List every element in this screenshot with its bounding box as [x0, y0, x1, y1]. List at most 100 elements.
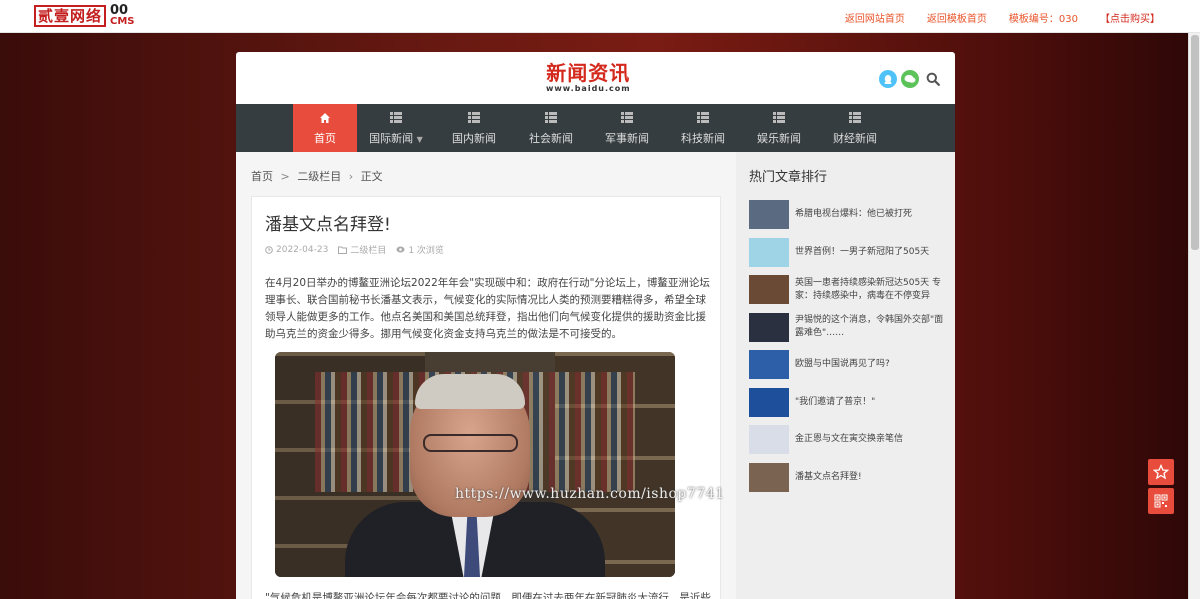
- article-photo: [275, 352, 675, 577]
- link-buy[interactable]: 【点击购买】: [1100, 10, 1160, 25]
- link-site-home[interactable]: 返回网站首页: [845, 10, 905, 25]
- watermark: https://www.huzhan.com/ishop7741: [455, 486, 725, 502]
- list-icon: [435, 112, 513, 124]
- list-icon: [357, 112, 435, 124]
- list-icon: [817, 112, 893, 124]
- sidebar: 热门文章排行 希腊电视台爆料：他已被打死 世界首例！一男子新冠阳了505天 英国…: [736, 152, 955, 599]
- top-bar: 贰壹网络 00 CMS 返回网站首页 返回模板首页 模板编号：030 【点击购买…: [0, 0, 1200, 33]
- breadcrumb-level2[interactable]: 二级栏目: [297, 170, 341, 183]
- nav-item-society[interactable]: 社会新闻: [513, 104, 589, 152]
- list-icon: [665, 112, 741, 124]
- article-views-text: 1 次浏览: [408, 246, 444, 256]
- nav-label: 首页: [314, 132, 336, 145]
- nav-label: 国际新闻: [369, 132, 414, 145]
- nav-item-home[interactable]: 首页: [293, 104, 357, 152]
- list-item[interactable]: 希腊电视台爆料：他已被打死: [749, 196, 949, 234]
- list-item[interactable]: 尹锡悦的这个消息，令韩国外交部"面露难色"……: [749, 309, 949, 347]
- nav-item-international[interactable]: 国际新闻 ▼: [357, 104, 435, 152]
- nav-item-military[interactable]: 军事新闻: [589, 104, 665, 152]
- header-icons: [879, 69, 943, 89]
- logo-mark: 贰壹网络: [34, 5, 106, 27]
- eye-icon: [396, 246, 405, 253]
- favorite-button[interactable]: [1148, 459, 1174, 485]
- scrollbar-thumb[interactable]: [1191, 35, 1199, 250]
- chevron-down-icon: ▼: [416, 135, 423, 144]
- photo-hair: [415, 374, 525, 409]
- page-scrollbar[interactable]: [1188, 33, 1200, 599]
- photo-glasses: [423, 434, 518, 452]
- home-icon: [293, 112, 357, 124]
- article-continued-text: "气候危机是博鳌亚洲论坛年会每次都要讨论的问题，即便在过去两年在新冠肺炎大流行，…: [265, 592, 711, 599]
- qrcode-button[interactable]: [1148, 488, 1174, 514]
- template-number: 模板编号：030: [1008, 14, 1078, 25]
- breadcrumb-separator: ›: [348, 170, 354, 183]
- hot-article-title[interactable]: 希腊电视台爆料：他已被打死: [795, 208, 912, 221]
- link-template-home[interactable]: 返回模板首页: [927, 10, 987, 25]
- main-container: 新闻资讯 www.baidu.com 首页 国际新闻 ▼ 国内新闻 社会新闻 军…: [236, 52, 955, 599]
- sidebar-title: 热门文章排行: [749, 170, 828, 185]
- qrcode-icon: [1154, 494, 1168, 508]
- article-title: 潘基文点名拜登!: [265, 215, 391, 235]
- article-date-text: 2022-04-23: [276, 244, 329, 255]
- article-thumbnail[interactable]: [749, 275, 789, 305]
- breadcrumb-home[interactable]: 首页: [251, 170, 273, 183]
- search-icon[interactable]: [923, 69, 943, 89]
- article-thumbnail[interactable]: [749, 350, 789, 380]
- breadcrumb-current: 正文: [360, 170, 383, 183]
- wechat-icon[interactable]: [901, 70, 919, 88]
- nav-label: 国内新闻: [452, 132, 496, 145]
- hot-article-list: 希腊电视台爆料：他已被打死 世界首例！一男子新冠阳了505天 英国一患者持续感染…: [749, 196, 949, 496]
- site-logo[interactable]: 贰壹网络 00 CMS: [34, 4, 135, 28]
- nav-item-finance[interactable]: 财经新闻: [817, 104, 893, 152]
- article-category[interactable]: 二级栏目: [338, 243, 386, 256]
- article-thumbnail[interactable]: [749, 387, 789, 417]
- list-item[interactable]: 金正恩与文在寅交换亲笔信: [749, 421, 949, 459]
- nav-item-technology[interactable]: 科技新闻: [665, 104, 741, 152]
- article-views: 1 次浏览: [396, 243, 444, 256]
- article-thumbnail[interactable]: [749, 425, 789, 455]
- site-title-logo[interactable]: 新闻资讯 www.baidu.com: [546, 62, 631, 93]
- logo-side: 00 CMS: [110, 4, 135, 27]
- hot-article-title[interactable]: 金正恩与文在寅交换亲笔信: [795, 433, 903, 446]
- article-date: 2022-04-23: [265, 245, 328, 255]
- article-category-text: 二级栏目: [350, 246, 387, 256]
- list-item[interactable]: 英国一患者持续感染新冠达505天 专家：持续感染中，病毒在不停变异: [749, 271, 949, 309]
- main-nav: 首页 国际新闻 ▼ 国内新闻 社会新闻 军事新闻 科技新闻 娱乐新闻 财经新闻: [236, 104, 955, 152]
- site-title: 新闻资讯: [546, 61, 631, 85]
- list-item[interactable]: 欧盟与中国说再见了吗?: [749, 346, 949, 384]
- star-icon: [1153, 464, 1169, 480]
- nav-item-domestic[interactable]: 国内新闻: [435, 104, 513, 152]
- hot-article-title[interactable]: 世界首例！一男子新冠阳了505天: [795, 246, 929, 259]
- top-links: 返回网站首页 返回模板首页 模板编号：030 【点击购买】: [823, 10, 1160, 25]
- nav-label: 娱乐新闻: [757, 132, 801, 145]
- nav-label: 军事新闻: [605, 132, 649, 145]
- hot-article-title[interactable]: 潘基文点名拜登!: [795, 471, 862, 484]
- article-thumbnail[interactable]: [749, 462, 789, 492]
- list-icon: [741, 112, 817, 124]
- clock-icon: [265, 245, 273, 254]
- article-thumbnail[interactable]: [749, 312, 789, 342]
- article-thumbnail[interactable]: [749, 237, 789, 267]
- article-body: 在4月20日举办的博鳌亚洲论坛2022年年会"实现碳中和：政府在行动"分论坛上，…: [265, 277, 710, 340]
- list-item[interactable]: "我们邀请了普京！": [749, 384, 949, 422]
- nav-label: 社会新闻: [529, 132, 573, 145]
- hot-article-title[interactable]: 英国一患者持续感染新冠达505天 专家：持续感染中，病毒在不停变异: [795, 277, 949, 303]
- nav-label: 财经新闻: [833, 132, 877, 145]
- list-item[interactable]: 世界首例！一男子新冠阳了505天: [749, 234, 949, 272]
- list-item[interactable]: 潘基文点名拜登!: [749, 459, 949, 497]
- article-meta: 2022-04-23 二级栏目 1 次浏览: [265, 243, 444, 256]
- site-url: www.baidu.com: [546, 84, 631, 93]
- nav-item-entertainment[interactable]: 娱乐新闻: [741, 104, 817, 152]
- hot-article-title[interactable]: 欧盟与中国说再见了吗?: [795, 358, 890, 371]
- hot-article-title[interactable]: "我们邀请了普京！": [795, 396, 875, 409]
- list-icon: [589, 112, 665, 124]
- logo-cms: CMS: [110, 16, 135, 27]
- hot-article-title[interactable]: 尹锡悦的这个消息，令韩国外交部"面露难色"……: [795, 314, 949, 340]
- content-area: 首页 > 二级栏目 › 正文 潘基文点名拜登! 2022-04-23 二级栏目 …: [236, 152, 736, 599]
- folder-icon: [338, 246, 348, 254]
- article-thumbnail[interactable]: [749, 200, 789, 230]
- breadcrumb: 首页 > 二级栏目 › 正文: [251, 168, 383, 184]
- qq-icon[interactable]: [879, 70, 897, 88]
- article-card: 潘基文点名拜登! 2022-04-23 二级栏目 1 次浏览 在4月20日举办的…: [251, 196, 721, 599]
- site-header: 新闻资讯 www.baidu.com: [236, 52, 955, 104]
